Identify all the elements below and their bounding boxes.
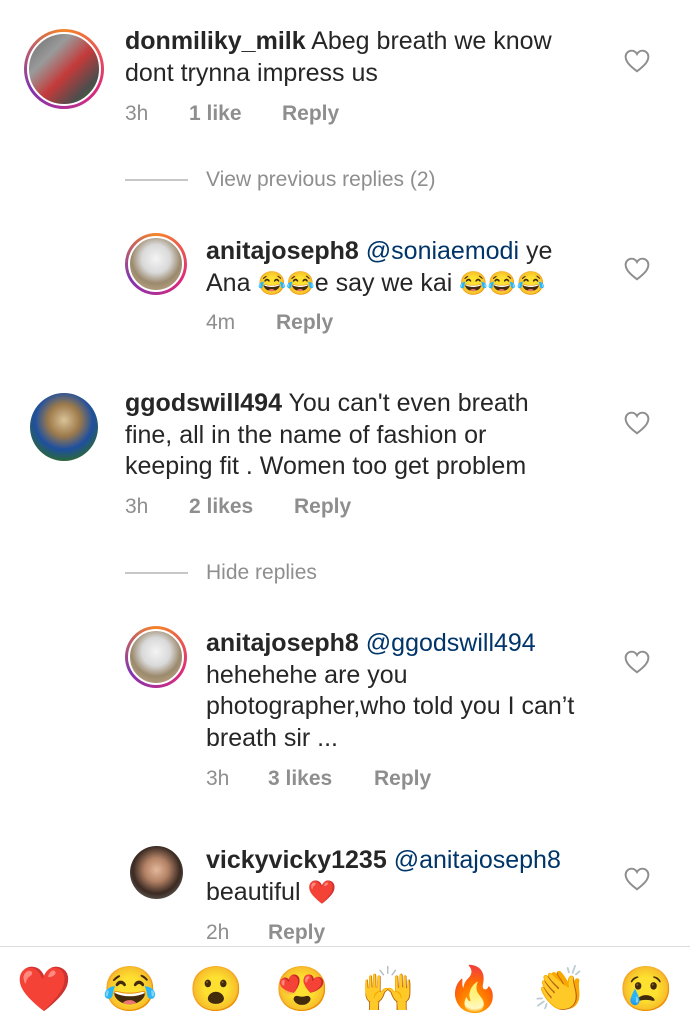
mention-link[interactable]: @ggodswill494: [366, 629, 536, 657]
heart-icon[interactable]: [624, 867, 650, 891]
username[interactable]: donmiliky_milk: [125, 27, 306, 55]
avatar[interactable]: [24, 29, 104, 109]
timestamp: 3h: [206, 767, 230, 790]
reaction-heart-eyes[interactable]: 😍: [272, 965, 332, 1015]
avatar[interactable]: [125, 233, 187, 295]
reaction-fire[interactable]: 🔥: [444, 965, 504, 1015]
reply-button[interactable]: Reply: [282, 102, 339, 126]
comment-text: vickyvicky1235 @anitajoseph8 beautiful ❤…: [206, 845, 561, 908]
reaction-heart[interactable]: ❤️: [14, 965, 74, 1015]
comment-body-line: ye: [525, 237, 553, 265]
comment-body-line: breath sir ...: [206, 723, 338, 752]
comment-body-line: You can't even breath: [288, 389, 529, 417]
username[interactable]: anitajoseph8: [206, 629, 359, 657]
divider: [125, 572, 188, 574]
comment-body-line: Ana: [206, 268, 251, 297]
likes-count[interactable]: 3 likes: [268, 767, 374, 791]
username[interactable]: ggodswill494: [125, 389, 282, 417]
comment-text: anitajoseph8 @soniaemodi ye Ana 😂😂e say …: [206, 236, 552, 299]
comment-body-line: dont trynna impress us: [125, 58, 378, 87]
reply-button[interactable]: Reply: [294, 495, 351, 519]
avatar[interactable]: [130, 846, 183, 899]
timestamp: 2h: [206, 921, 230, 944]
reaction-crying[interactable]: 😢: [616, 965, 676, 1015]
heart-icon[interactable]: [624, 257, 650, 281]
comment-body-line: fine, all in the name of fashion or: [125, 420, 487, 449]
comment-text: donmiliky_milk Abeg breath we know dont …: [125, 26, 552, 89]
comment-body-line: beautiful: [206, 877, 301, 906]
reaction-surprised[interactable]: 😮: [186, 965, 246, 1015]
heart-icon[interactable]: [624, 411, 650, 435]
reply-button[interactable]: Reply: [276, 311, 333, 335]
hide-replies-label: Hide replies: [206, 561, 317, 584]
comment-meta: 4m Reply: [206, 311, 333, 335]
view-previous-replies[interactable]: View previous replies (2): [125, 168, 436, 192]
view-previous-replies-label: View previous replies (2): [206, 168, 436, 191]
comment-body-line: photographer,who told you I can’t: [206, 692, 575, 720]
reaction-laugh[interactable]: 😂: [100, 965, 160, 1015]
comment-text: anitajoseph8 @ggodswill494 hehehehe are …: [206, 628, 574, 754]
comment-text: ggodswill494 You can't even breath fine,…: [125, 388, 529, 483]
username[interactable]: anitajoseph8: [206, 237, 359, 265]
laughing-emoji: 😂😂😂: [459, 269, 546, 296]
mention-link[interactable]: @anitajoseph8: [394, 846, 561, 874]
comment-meta: 3h 2 likes Reply: [125, 495, 351, 519]
comment-body-line: Abeg breath we know: [311, 27, 552, 55]
mention-link[interactable]: @soniaemodi: [366, 237, 519, 265]
divider: [125, 179, 188, 181]
reply-button[interactable]: Reply: [268, 921, 325, 945]
avatar[interactable]: [125, 626, 187, 688]
likes-count[interactable]: 1 like: [189, 102, 282, 126]
reaction-clap[interactable]: 👏: [530, 965, 590, 1015]
hide-replies[interactable]: Hide replies: [125, 561, 317, 585]
avatar[interactable]: [30, 393, 98, 461]
timestamp: 3h: [125, 495, 149, 518]
username[interactable]: vickyvicky1235: [206, 846, 387, 874]
reaction-raised-hands[interactable]: 🙌: [358, 965, 418, 1015]
comment-body-line: keeping fit . Women too get problem: [125, 452, 527, 480]
comment-body-line: hehehehe are you: [206, 660, 408, 689]
timestamp: 4m: [206, 311, 236, 334]
reply-button[interactable]: Reply: [374, 767, 431, 791]
comment-body-line: e say we kai: [314, 268, 453, 297]
comment-meta: 3h 3 likes Reply: [206, 767, 431, 791]
reaction-bar: ❤️ 😂 😮 😍 🙌 🔥 👏 😢: [0, 946, 690, 1025]
red-heart-emoji: ❤️: [307, 878, 337, 905]
heart-icon[interactable]: [624, 650, 650, 674]
timestamp: 3h: [125, 102, 149, 125]
laughing-emoji: 😂😂: [257, 269, 315, 296]
heart-icon[interactable]: [624, 49, 650, 73]
comment-meta: 3h 1 like Reply: [125, 102, 339, 126]
likes-count[interactable]: 2 likes: [189, 495, 294, 519]
comment-meta: 2h Reply: [206, 921, 325, 945]
